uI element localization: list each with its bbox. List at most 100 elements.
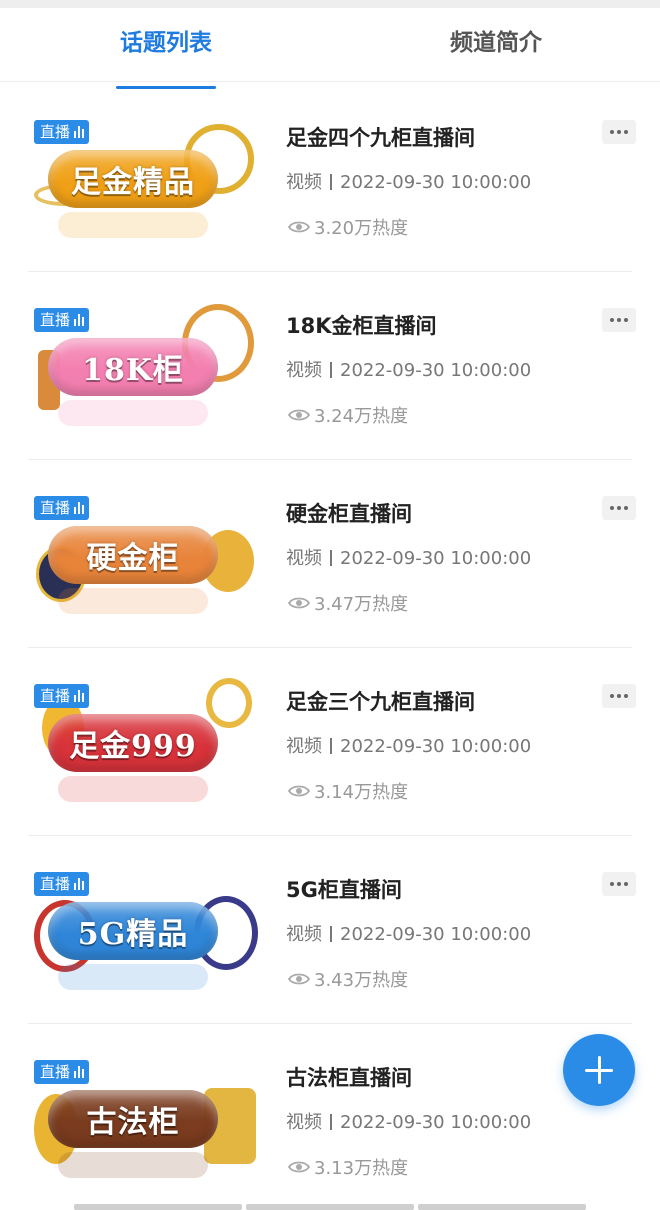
live-bars-icon	[74, 690, 85, 702]
indicator-segment	[74, 1204, 242, 1210]
heat-value: 3.47万热度	[314, 594, 409, 615]
heat-value: 3.13万热度	[314, 1158, 409, 1179]
eye-icon	[288, 785, 310, 797]
item-title[interactable]: 足金四个九柜直播间	[286, 122, 475, 152]
more-dots-icon	[610, 318, 614, 322]
more-dots-icon	[610, 506, 614, 510]
live-badge: 直播	[34, 872, 90, 896]
meta-divider	[330, 738, 332, 754]
meta-divider	[330, 362, 332, 378]
more-dots-icon	[610, 694, 614, 698]
indicator-segment	[246, 1204, 414, 1210]
live-bars-icon	[74, 1066, 85, 1078]
item-heat: 3.24万热度	[288, 402, 408, 428]
more-dot	[617, 130, 621, 134]
more-options-button[interactable]	[602, 120, 636, 144]
list-item[interactable]: 直播 足金999 足金三个九柜直播间 视频 2022-09-30 10:00:00…	[0, 648, 660, 836]
live-bars-icon	[74, 126, 85, 138]
more-dot	[617, 506, 621, 510]
item-meta: 视频 2022-09-30 10:00:00	[286, 544, 531, 570]
list-item[interactable]: 直播 5G精品 5G柜直播间 视频 2022-09-30 10:00:00 3.4…	[0, 836, 660, 1024]
thumbnail-banner-text: 硬金柜	[86, 541, 180, 576]
more-dot	[624, 318, 628, 322]
thumbnail-banner-text: 18K柜	[82, 353, 184, 388]
live-badge-label: 直播	[40, 1063, 71, 1081]
meta-divider	[330, 926, 332, 942]
more-options-button[interactable]	[602, 872, 636, 896]
more-options-button[interactable]	[602, 496, 636, 520]
banner-reflection	[58, 776, 208, 802]
thumbnail-banner: 硬金柜	[48, 526, 218, 584]
live-badge-label: 直播	[40, 311, 71, 329]
item-heat: 3.20万热度	[288, 214, 408, 240]
tab-channel-intro[interactable]: 频道简介	[418, 8, 574, 82]
more-dot	[624, 694, 628, 698]
item-thumbnail[interactable]: 直播 5G精品	[34, 866, 258, 996]
live-bars-icon	[74, 878, 85, 890]
item-title[interactable]: 古法柜直播间	[286, 1062, 412, 1092]
more-options-button[interactable]	[602, 684, 636, 708]
item-date: 2022-09-30 10:00:00	[340, 924, 532, 945]
add-button[interactable]	[563, 1034, 635, 1106]
item-date: 2022-09-30 10:00:00	[340, 360, 532, 381]
item-type: 视频	[286, 1112, 322, 1133]
item-heat: 3.43万热度	[288, 966, 408, 992]
item-thumbnail[interactable]: 直播 足金精品	[34, 114, 256, 244]
item-thumbnail[interactable]: 直播 足金999	[34, 678, 256, 808]
live-bars-icon	[74, 314, 85, 326]
meta-divider	[330, 550, 332, 566]
item-title[interactable]: 18K金柜直播间	[286, 310, 437, 340]
live-bars-icon	[74, 502, 85, 514]
more-dot	[617, 882, 621, 886]
jewelry-ornament	[206, 678, 252, 728]
banner-reflection	[58, 964, 208, 990]
item-type: 视频	[286, 736, 322, 757]
thumbnail-banner: 古法柜	[48, 1090, 218, 1148]
thumbnail-banner-text: 古法柜	[86, 1105, 180, 1140]
list-item[interactable]: 直播 硬金柜 硬金柜直播间 视频 2022-09-30 10:00:00 3.47…	[0, 460, 660, 648]
eye-icon	[288, 597, 310, 609]
more-dots-icon	[610, 882, 614, 886]
item-title[interactable]: 硬金柜直播间	[286, 498, 412, 528]
live-badge-label: 直播	[40, 499, 71, 517]
item-thumbnail[interactable]: 直播 硬金柜	[34, 490, 256, 620]
eye-icon	[288, 221, 310, 233]
eye-icon	[288, 1161, 310, 1173]
heat-value: 3.24万热度	[314, 406, 409, 427]
item-meta: 视频 2022-09-30 10:00:00	[286, 168, 531, 194]
item-meta: 视频 2022-09-30 10:00:00	[286, 732, 531, 758]
item-date: 2022-09-30 10:00:00	[340, 172, 532, 193]
live-badge: 直播	[34, 308, 90, 332]
item-type: 视频	[286, 172, 322, 193]
tab-topic-list[interactable]: 话题列表	[88, 8, 244, 82]
item-thumbnail[interactable]: 直播 18K柜	[34, 302, 256, 432]
indicator-segment	[418, 1204, 586, 1210]
more-dots-icon	[610, 130, 614, 134]
thumbnail-banner-text: 5G精品	[77, 917, 189, 952]
eye-icon	[288, 973, 310, 985]
heat-value: 3.43万热度	[314, 970, 409, 991]
list-item[interactable]: 直播 18K柜 18K金柜直播间 视频 2022-09-30 10:00:00 3…	[0, 272, 660, 460]
item-type: 视频	[286, 548, 322, 569]
item-heat: 3.14万热度	[288, 778, 408, 804]
thumbnail-banner: 足金精品	[48, 150, 218, 208]
thumbnail-banner: 5G精品	[48, 902, 218, 960]
live-badge-label: 直播	[40, 123, 71, 141]
item-thumbnail[interactable]: 直播 古法柜	[34, 1054, 256, 1184]
meta-divider	[330, 174, 332, 190]
list-item[interactable]: 直播 足金精品 足金四个九柜直播间 视频 2022-09-30 10:00:00 …	[0, 84, 660, 272]
thumbnail-banner: 18K柜	[48, 338, 218, 396]
item-title[interactable]: 5G柜直播间	[286, 874, 402, 904]
banner-reflection	[58, 400, 208, 426]
item-type: 视频	[286, 924, 322, 945]
item-title[interactable]: 足金三个九柜直播间	[286, 686, 475, 716]
item-date: 2022-09-30 10:00:00	[340, 1112, 532, 1133]
thumbnail-banner: 足金999	[48, 714, 218, 772]
item-date: 2022-09-30 10:00:00	[340, 736, 532, 757]
live-badge: 直播	[34, 496, 90, 520]
banner-reflection	[58, 212, 208, 238]
banner-reflection	[58, 1152, 208, 1178]
list-item[interactable]: 直播 古法柜 古法柜直播间 视频 2022-09-30 10:00:00 3.13…	[0, 1024, 660, 1210]
live-badge: 直播	[34, 684, 90, 708]
more-options-button[interactable]	[602, 308, 636, 332]
